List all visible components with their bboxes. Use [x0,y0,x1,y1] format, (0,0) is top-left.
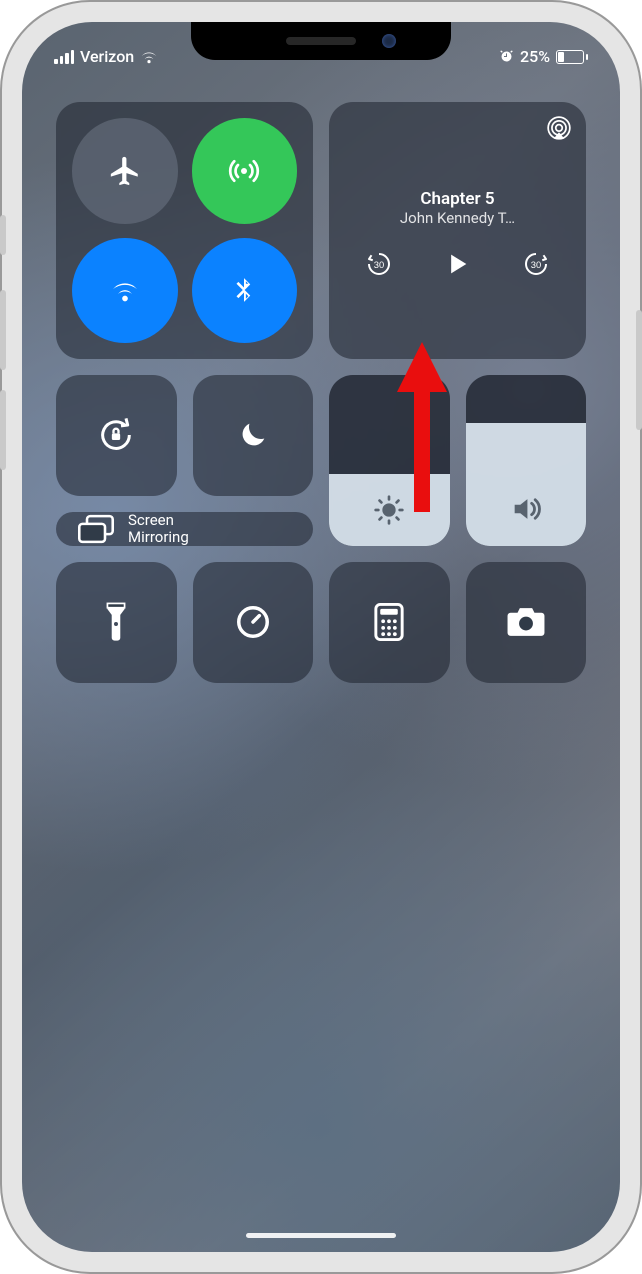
device-frame: Verizon 25% [0,0,642,1274]
media-subtitle: John Kennedy T… [400,209,515,227]
screen: Verizon 25% [22,22,620,1252]
battery-pct-label: 25% [520,47,550,66]
wifi-icon [140,50,158,64]
alarm-icon [499,49,514,64]
bluetooth-toggle[interactable] [192,238,298,344]
front-camera [382,34,396,48]
screen-mirroring-icon [78,514,114,544]
flashlight-icon [102,602,130,642]
screen-mirroring-button[interactable]: Screen Mirroring [56,512,313,547]
play-button[interactable] [443,250,471,278]
calculator-icon [374,603,404,641]
tutorial-arrow-annotation [392,342,452,512]
notch [191,22,451,60]
timer-icon [234,603,272,641]
skip-forward-button[interactable]: 30 [521,249,551,279]
calculator-button[interactable] [329,562,450,683]
silent-switch [0,215,6,255]
cellular-data-toggle[interactable] [192,118,298,224]
bluetooth-icon [229,273,259,307]
screen-mirroring-label: Screen Mirroring [128,512,189,547]
camera-icon [506,606,546,638]
timer-button[interactable] [193,562,314,683]
moon-icon [236,418,270,452]
orientation-lock-icon [96,415,136,455]
cellular-signal-icon [54,50,74,64]
play-icon [443,250,471,278]
power-button [636,310,642,430]
do-not-disturb-toggle[interactable] [193,375,314,496]
airplay-button[interactable] [546,116,572,142]
home-indicator[interactable] [246,1233,396,1238]
carrier-label: Verizon [80,47,134,66]
airplane-icon [108,154,142,188]
wifi-icon [108,273,142,307]
skip-back-30-icon: 30 [364,249,394,279]
svg-text:30: 30 [374,259,384,269]
cellular-antenna-icon [226,153,262,189]
wifi-toggle[interactable] [72,238,178,344]
skip-back-button[interactable]: 30 [364,249,394,279]
media-module[interactable]: Chapter 5 John Kennedy T… 30 30 [329,102,586,359]
speaker-grille [286,37,356,45]
volume-slider[interactable] [466,375,587,546]
airplay-icon [546,116,572,142]
flashlight-button[interactable] [56,562,177,683]
volume-icon [509,492,543,526]
control-center: Chapter 5 John Kennedy T… 30 30 [56,102,586,683]
skip-forward-30-icon: 30 [521,249,551,279]
media-title: Chapter 5 [420,189,494,209]
airplane-mode-toggle[interactable] [72,118,178,224]
volume-up-button [0,290,6,370]
battery-icon [556,50,588,64]
volume-down-button [0,390,6,470]
camera-button[interactable] [466,562,587,683]
orientation-lock-toggle[interactable] [56,375,177,496]
svg-text:30: 30 [531,259,541,269]
connectivity-module[interactable] [56,102,313,359]
